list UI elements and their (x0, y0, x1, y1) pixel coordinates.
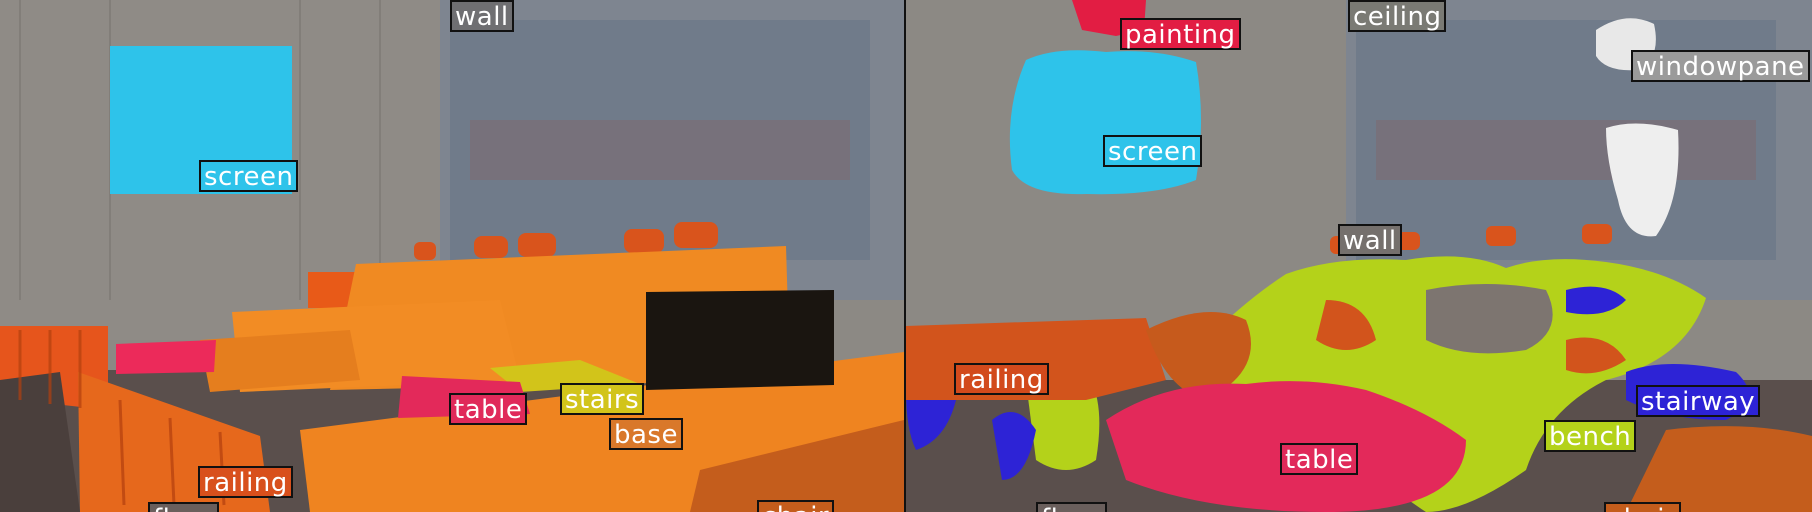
label-stairway: stairway (1636, 385, 1761, 417)
label-table: table (1280, 443, 1359, 475)
label-screen: screen (1103, 135, 1203, 167)
label-base: base (609, 418, 683, 450)
label-floor: floor (1036, 502, 1108, 512)
label-wall: wall (1338, 224, 1402, 256)
label-bench: bench (1544, 420, 1637, 452)
segmentation-comparison: wall screen table stairs base railing fl… (0, 0, 1812, 512)
label-railing: railing (954, 363, 1049, 395)
label-painting: painting (1120, 18, 1241, 50)
label-wall: wall (450, 0, 514, 32)
label-stairs: stairs (560, 383, 645, 415)
table-mask (116, 340, 216, 374)
label-floor: floor (148, 502, 220, 512)
label-screen: screen (199, 160, 299, 192)
label-chair: chair (1604, 502, 1682, 512)
label-windowpane: windowpane (1631, 50, 1810, 82)
label-ceiling: ceiling (1348, 0, 1447, 32)
label-railing: railing (198, 466, 293, 498)
label-chair: chair (757, 500, 835, 512)
black-box (646, 290, 834, 390)
left-scene (0, 0, 904, 512)
left-segmentation-panel: wall screen table stairs base railing fl… (0, 0, 904, 512)
right-segmentation-panel: painting ceiling windowpane screen wall … (906, 0, 1812, 512)
screen-mask (1009, 50, 1201, 195)
label-table: table (449, 393, 528, 425)
